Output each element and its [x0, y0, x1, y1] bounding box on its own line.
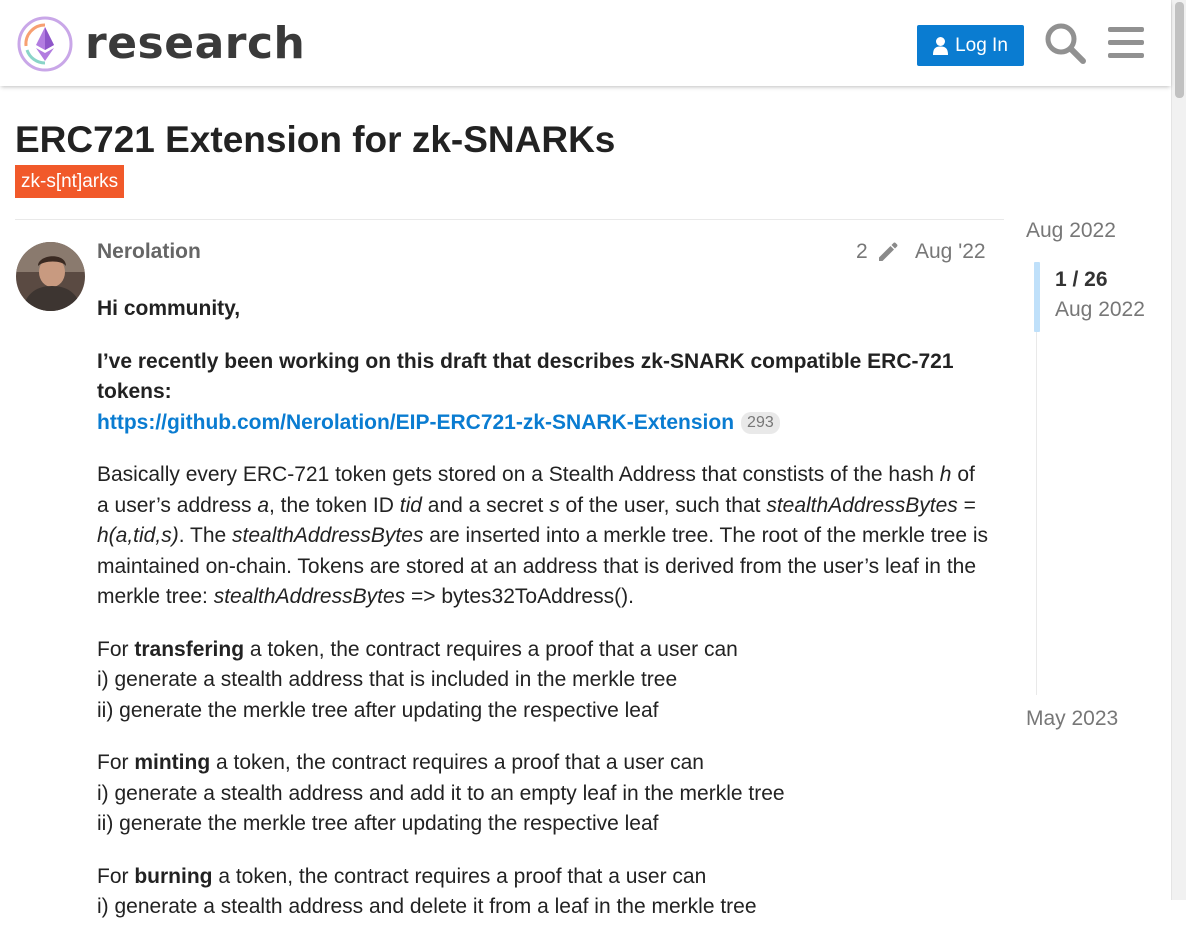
scrollbar-thumb[interactable]: [1175, 2, 1184, 98]
italic-span: h(a,tid,s): [97, 524, 179, 547]
post-paragraph: For minting a token, the contract requir…: [97, 748, 992, 840]
bold-span: minting: [134, 751, 211, 774]
list-line: i) generate a stealth address and delete…: [97, 895, 757, 918]
login-button[interactable]: Log In: [917, 25, 1024, 66]
text-span: =: [957, 493, 976, 517]
timeline-end-date[interactable]: May 2023: [1026, 707, 1118, 731]
italic-span: tid: [399, 493, 422, 517]
post-paragraph: Basically every ERC-721 token gets store…: [97, 460, 992, 613]
user-icon: [933, 36, 949, 55]
logo-text: research: [85, 18, 306, 69]
post-paragraph: I’ve recently been working on this draft…: [97, 347, 992, 439]
italic-span: stealthAddressBytes: [766, 493, 958, 517]
italic-span: s: [549, 493, 560, 517]
post-paragraph: For transfering a token, the contract re…: [97, 635, 992, 727]
list-line: ii) generate the merkle tree after updat…: [97, 698, 659, 722]
post-username[interactable]: Nerolation: [97, 240, 201, 264]
text-span: and a secret: [421, 493, 550, 517]
text-span: For: [97, 751, 135, 774]
text-span: a token, the contract requires a proof t…: [212, 864, 707, 888]
edit-count: 2: [856, 240, 868, 263]
link-click-count: 293: [741, 411, 780, 434]
list-line: i) generate a stealth address and add it…: [97, 781, 785, 805]
italic-span: stealthAddressBytes: [232, 524, 424, 547]
text-span: . The: [178, 524, 233, 547]
hamburger-menu-icon[interactable]: [1106, 22, 1148, 64]
site-logo[interactable]: research: [17, 16, 305, 72]
text-span: => bytes32ToAddress().: [405, 585, 634, 608]
intro-text: I’ve recently been working on this draft…: [97, 349, 954, 404]
text-span: For: [97, 864, 135, 888]
timeline-start-date[interactable]: Aug 2022: [1026, 219, 1116, 243]
github-link[interactable]: https://github.com/Nerolation/EIP-ERC721…: [97, 411, 734, 434]
italic-span: a: [257, 493, 269, 517]
italic-span: h: [939, 463, 952, 486]
text-span: For: [97, 637, 135, 661]
topic-title[interactable]: ERC721 Extension for zk-SNARKs: [15, 119, 615, 161]
title-divider: [15, 219, 1004, 220]
italic-span: stealthAddressBytes: [213, 585, 406, 608]
text-span: a token, the contract requires a proof t…: [244, 637, 738, 661]
post-paragraph: For burning a token, the contract requir…: [97, 862, 992, 923]
timeline-handle[interactable]: [1034, 262, 1040, 332]
timeline-position-date: Aug 2022: [1055, 298, 1145, 321]
timeline-position[interactable]: 1 / 26: [1055, 268, 1108, 292]
text-span: a token, the contract requires a proof t…: [210, 751, 704, 774]
login-label: Log In: [955, 34, 1008, 56]
post-paragraph: Hi community,: [97, 294, 992, 325]
edit-history[interactable]: 2: [856, 240, 900, 264]
ethereum-logo-icon: [17, 16, 73, 72]
topic-tag[interactable]: zk-s[nt]arks: [15, 165, 125, 198]
bold-span: transfering: [134, 637, 245, 661]
site-header: research Log In: [0, 0, 1171, 86]
greeting-text: Hi community,: [97, 297, 241, 320]
search-icon[interactable]: [1044, 22, 1086, 64]
list-line: i) generate a stealth address that is in…: [97, 668, 678, 691]
post-date[interactable]: Aug '22: [915, 240, 986, 264]
text-span: Basically every ERC-721 token gets store…: [97, 463, 940, 486]
avatar-image: [16, 242, 85, 311]
pencil-icon: [878, 242, 898, 261]
page-scrollbar[interactable]: [1171, 0, 1186, 900]
avatar[interactable]: [16, 242, 85, 311]
text-span: of the user, such that: [559, 493, 767, 517]
list-line: ii) generate the merkle tree after updat…: [97, 812, 659, 835]
bold-span: burning: [134, 864, 213, 888]
text-span: , the token ID: [269, 493, 400, 517]
post-body: Hi community, I’ve recently been working…: [97, 294, 992, 945]
